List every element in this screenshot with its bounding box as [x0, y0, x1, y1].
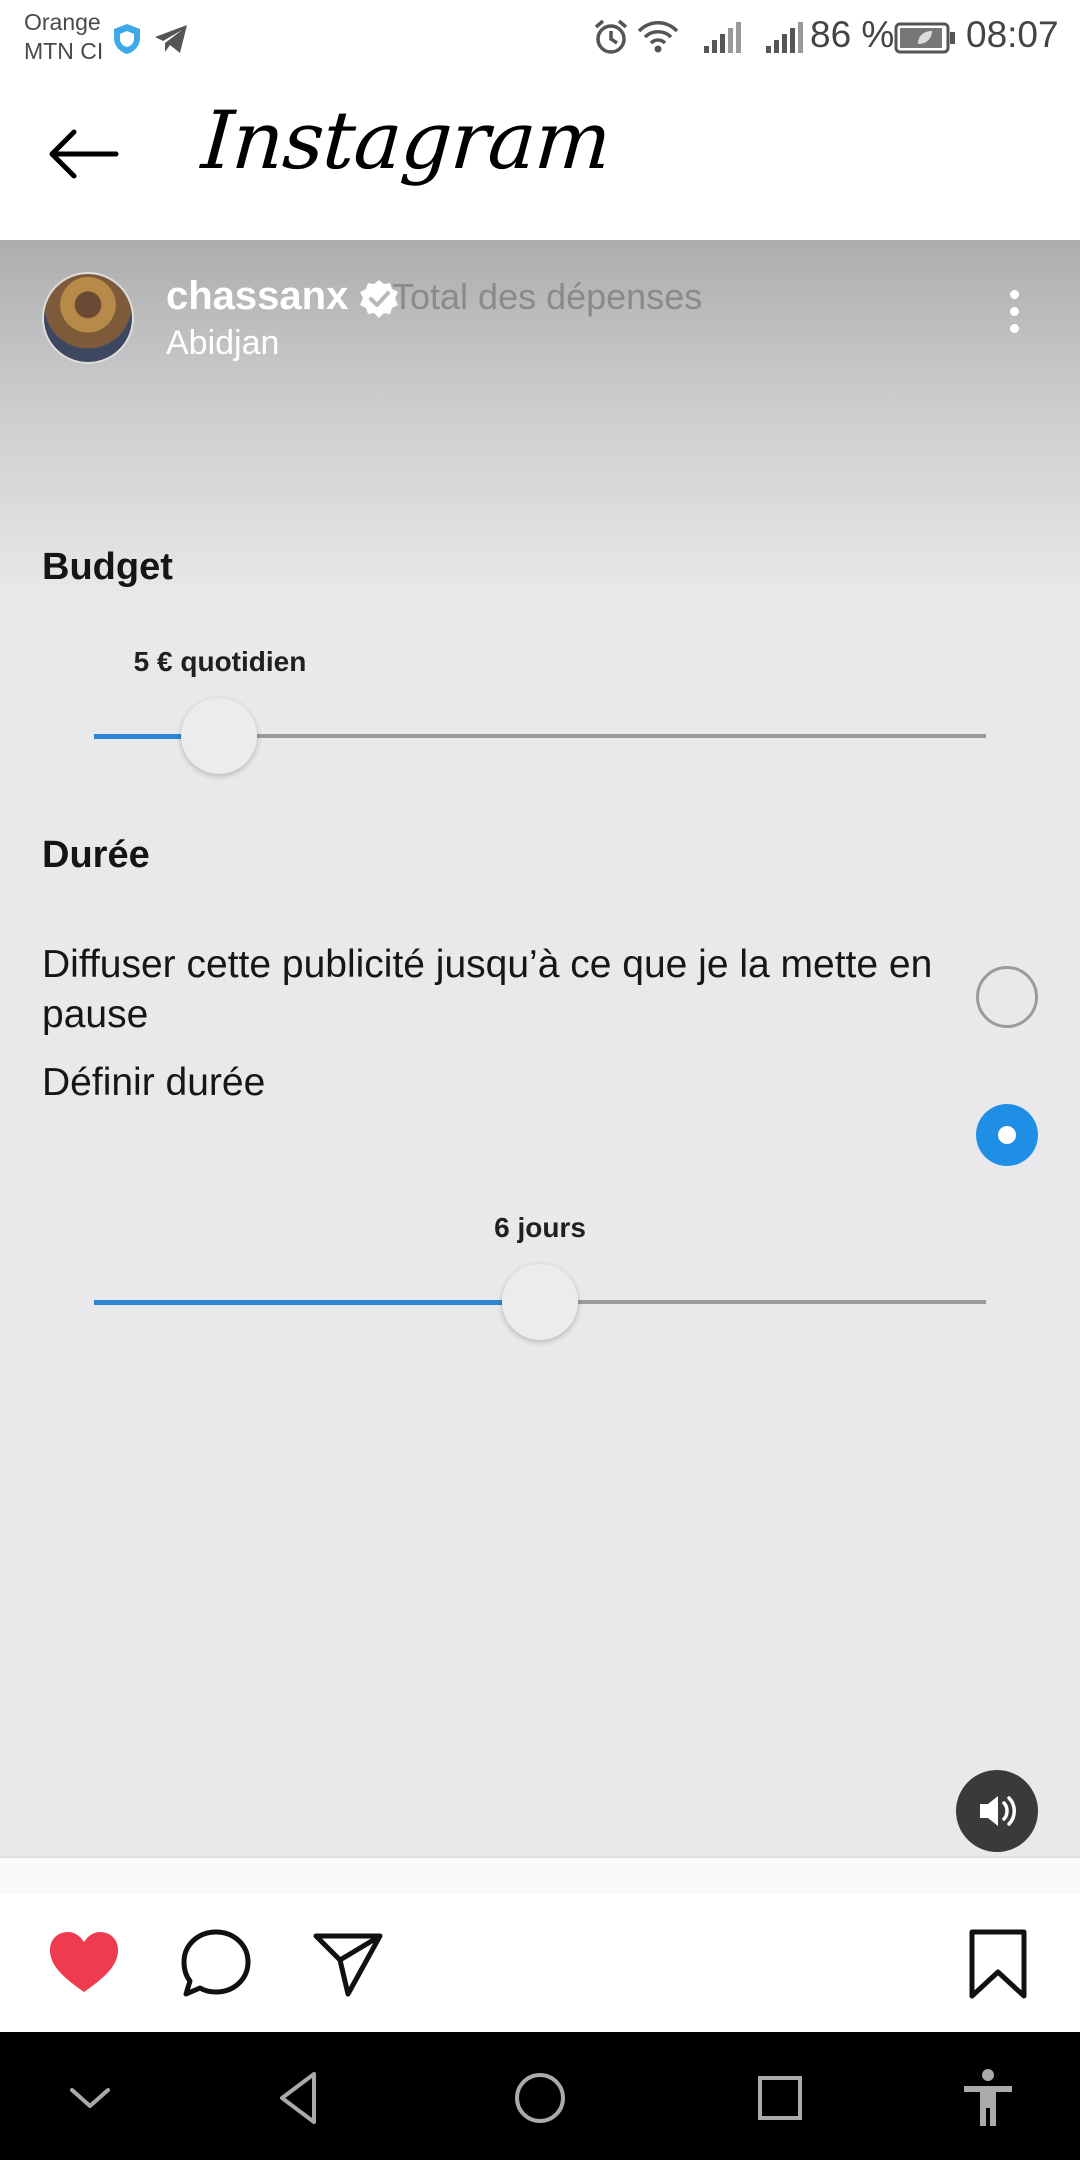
option-set-duration-label[interactable]: Définir durée: [42, 1058, 265, 1108]
budget-value-label: 5 € quotidien: [133, 646, 307, 677]
comment-icon[interactable]: [176, 1924, 256, 2004]
budget-slider-thumb[interactable]: [180, 698, 257, 774]
heart-icon[interactable]: [44, 1924, 124, 2004]
duration-slider-fill: [94, 1300, 540, 1305]
radio-set-duration[interactable]: [976, 1104, 1038, 1166]
duration-slider-thumb[interactable]: [502, 1264, 578, 1340]
back-triangle-icon[interactable]: [268, 2066, 332, 2130]
home-circle-icon[interactable]: [508, 2066, 572, 2130]
budget-title: Budget: [42, 546, 173, 588]
divider: [0, 1856, 1080, 1894]
bookmark-icon[interactable]: [958, 1924, 1038, 2004]
verified-badge-icon: [360, 280, 398, 318]
volume-button[interactable]: [956, 1770, 1038, 1852]
option-until-pause-label[interactable]: Diffuser cette publicité jusqu’à ce que …: [42, 940, 972, 1040]
post-username[interactable]: chassanx: [166, 274, 348, 319]
volume-icon: [980, 1796, 1016, 1826]
post-actions: [0, 1894, 1080, 2032]
carrier-line-2: MTN CI: [24, 38, 104, 64]
signal-icon-2: [766, 22, 803, 53]
duration-value-label: 6 jours: [494, 1212, 586, 1243]
carrier-info: Orange MTN CI: [24, 8, 103, 66]
accessibility-icon[interactable]: [956, 2066, 1020, 2130]
more-vertical-icon[interactable]: [1000, 290, 1028, 350]
radio-until-pause[interactable]: [976, 966, 1038, 1028]
clock: 08:07: [966, 14, 1059, 55]
signal-icon: [704, 22, 741, 53]
telegram-icon: [155, 25, 187, 53]
status-bar: Orange MTN CI 86 % 08:07: [0, 0, 1080, 74]
recents-square-icon[interactable]: [748, 2066, 812, 2130]
battery-percent: 86 %: [810, 14, 895, 55]
app-header: Instagram: [0, 74, 1080, 240]
shield-icon: [114, 24, 140, 54]
send-icon[interactable]: [308, 1924, 388, 2004]
overlay-text: Total des dépenses: [392, 276, 703, 317]
post-location[interactable]: Abidjan: [166, 324, 279, 363]
carrier-line-1: Orange: [24, 9, 101, 35]
app-title: Instagram: [198, 94, 614, 187]
wifi-icon: [637, 21, 679, 53]
arrow-left-icon[interactable]: [44, 126, 120, 182]
duration-title: Durée: [42, 834, 150, 876]
alarm-icon: [594, 19, 628, 54]
system-navigation-bar: [0, 2032, 1080, 2160]
post-media[interactable]: chassanx Total des dépenses Abidjan Budg…: [0, 240, 1080, 1856]
battery-icon: [894, 22, 955, 54]
chevron-down-icon[interactable]: [58, 2066, 122, 2130]
avatar[interactable]: [42, 272, 134, 364]
